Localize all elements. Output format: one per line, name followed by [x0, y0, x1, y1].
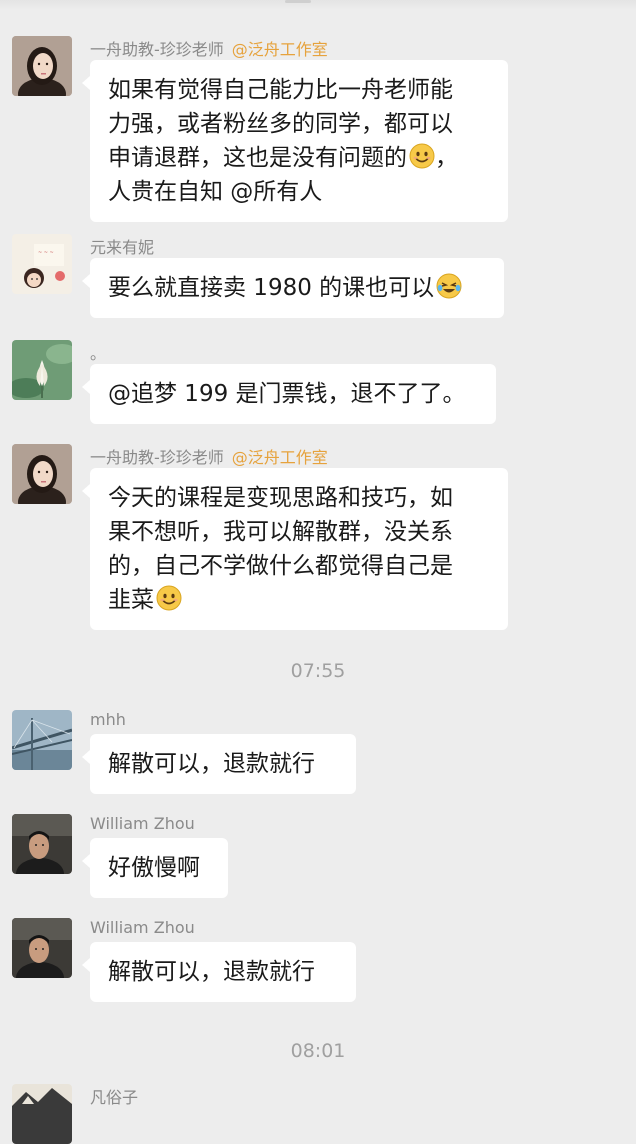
sender-name-text: mhh [90, 710, 126, 729]
svg-text:~ ~ ~: ~ ~ ~ [38, 250, 54, 256]
smile-emoji-icon [156, 585, 182, 611]
message-line: @追梦 199 是门票钱，退不了了。 [108, 381, 466, 407]
sender-name: William Zhou [90, 918, 195, 937]
message-bubble[interactable]: 解散可以，退款就行 [82, 942, 356, 1002]
sender-name: 一舟助教-珍珍老师 @泛舟工作室 [90, 36, 328, 60]
sender-name: 一舟助教-珍珍老师 @泛舟工作室 [90, 444, 328, 468]
message-line: 力强，或者粉丝多的同学，都可以 [108, 111, 453, 137]
message-line-text: 申请退群，这也是没有问题的 [108, 145, 407, 171]
message-line: 解散可以，退款就行 [108, 959, 315, 985]
message-line: 果不想听，我可以解散群，没关系 [108, 519, 453, 545]
message-bubble[interactable]: 要么就直接卖 1980 的课也可以 [82, 258, 504, 318]
sender-name-text: William Zhou [90, 918, 195, 937]
message-bubble[interactable]: @追梦 199 是门票钱，退不了了。 [82, 364, 496, 424]
message-line: 人贵在自知 @所有人 [108, 179, 323, 205]
message-line: 今天的课程是变现思路和技巧，如 [108, 485, 453, 511]
message-line: 韭菜 [108, 583, 490, 617]
lotus-flower-avatar[interactable] [12, 340, 72, 400]
sender-name-text: 凡俗子 [90, 1088, 139, 1107]
message-line-text: 要么就直接卖 1980 的课也可以 [108, 275, 435, 301]
sender-tag: @泛舟工作室 [231, 448, 328, 467]
message-line: 解散可以，退款就行 [108, 751, 315, 777]
woman-portrait-avatar[interactable] [12, 444, 72, 504]
man-photo-avatar[interactable] [12, 814, 72, 874]
sender-name-text: 元来有妮 [90, 238, 155, 257]
laughing-tears-emoji-icon [436, 273, 462, 299]
landscape-avatar[interactable] [12, 1084, 72, 1144]
sender-tag: @泛舟工作室 [231, 40, 328, 59]
message-line-text: 韭菜 [108, 587, 154, 613]
message-line: 申请退群，这也是没有问题的， [108, 143, 458, 171]
sender-name-text: 一舟助教-珍珍老师 [90, 40, 224, 59]
sender-name: 凡俗子 [90, 1084, 138, 1108]
smile-emoji-icon [409, 143, 435, 169]
sender-name: William Zhou [90, 814, 195, 833]
message-line: 的，自己不学做什么都觉得自己是 [108, 553, 453, 579]
sender-name: mhh [90, 710, 126, 729]
message-line: 好傲慢啊 [108, 855, 200, 881]
sender-name: 。 [90, 340, 106, 364]
woman-portrait-avatar[interactable] [12, 36, 72, 96]
message-bubble[interactable]: 今天的课程是变现思路和技巧，如 果不想听，我可以解散群，没关系 的，自己不学做什… [82, 468, 508, 630]
message-line: 如果有觉得自己能力比一舟老师能 [108, 77, 453, 103]
bridge-photo-avatar[interactable] [12, 710, 72, 770]
message-line: 要么就直接卖 1980 的课也可以 [108, 271, 486, 305]
top-edge [0, 0, 636, 10]
message-bubble[interactable]: 解散可以，退款就行 [82, 734, 356, 794]
sender-name-text: 一舟助教-珍珍老师 [90, 448, 224, 467]
message-bubble[interactable]: 好傲慢啊 [82, 838, 228, 898]
scroll-indicator [285, 0, 311, 3]
sender-name-text: 。 [90, 344, 107, 363]
timestamp: 08:01 [290, 1040, 346, 1062]
message-bubble[interactable]: 如果有觉得自己能力比一舟老师能 力强，或者粉丝多的同学，都可以 申请退群，这也是… [82, 60, 508, 222]
cartoon-girl-avatar[interactable]: ~ ~ ~ [12, 234, 72, 294]
man-photo-avatar[interactable] [12, 918, 72, 978]
sender-name-text: William Zhou [90, 814, 195, 833]
sender-name: 元来有妮 [90, 234, 154, 258]
timestamp: 07:55 [290, 660, 346, 682]
